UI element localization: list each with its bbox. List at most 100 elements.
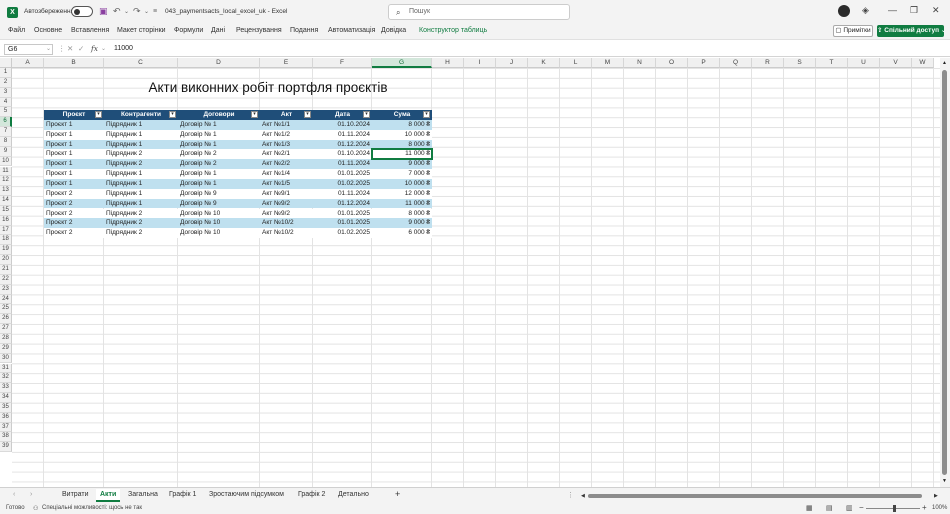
column-header-u[interactable]: U [848,58,880,68]
table-cell[interactable]: Договір № 2 [178,149,260,160]
row-header-26[interactable]: 26 [0,314,12,325]
enter-icon[interactable]: ✓ [78,44,84,53]
table-cell[interactable]: Підрядник 1 [104,188,178,199]
row-header-11[interactable]: 11 [0,166,12,177]
fx-dropdown-icon[interactable]: ⌄ [101,45,106,52]
table-cell[interactable]: 9 000 ₴ [372,159,432,170]
column-header-i[interactable]: I [464,58,496,68]
table-cell[interactable]: Договір № 1 [178,129,260,140]
row-header-13[interactable]: 13 [0,186,12,197]
table-cell[interactable]: Договір № 10 [178,208,260,219]
page-layout-icon[interactable]: ▤ [826,504,833,512]
zoom-in-icon[interactable]: + [922,503,927,512]
table-cell[interactable]: Акт №9/1 [260,188,313,199]
tab-detalno[interactable]: Детально [338,491,369,498]
table-cell[interactable]: Проєкт 2 [44,208,104,219]
table-cell[interactable]: Договір № 1 [178,169,260,179]
table-cell[interactable]: Договір № 10 [178,218,260,229]
redo-icon[interactable]: ↷ [133,6,141,17]
sheet-title[interactable]: Акти виконних робіт портфля проєктів [44,80,492,95]
search-input[interactable]: Пошук [388,4,570,20]
row-header-32[interactable]: 32 [0,373,12,384]
table-cell[interactable]: Підрядник 2 [104,159,178,170]
zoom-out-icon[interactable]: − [859,503,864,512]
table-cell[interactable]: Акт №1/2 [260,129,313,140]
column-header-e[interactable]: E [260,58,313,68]
column-header-a[interactable]: A [12,58,44,68]
table-cell[interactable]: 8 000 ₴ [372,119,432,130]
column-header-o[interactable]: O [656,58,688,68]
menu-formulas[interactable]: Формули [174,27,203,34]
column-header-q[interactable]: Q [720,58,752,68]
table-cell[interactable]: Акт №2/2 [260,159,313,170]
table-cell[interactable]: Акт №1/1 [260,119,313,130]
accessibility-status[interactable]: Спеціальні можливості: щось не так [42,505,142,511]
undo-icon[interactable]: ↶ [113,6,121,17]
vertical-scroll-thumb[interactable] [942,70,947,475]
column-header-r[interactable]: R [752,58,784,68]
row-header-30[interactable]: 30 [0,353,12,364]
filter-dropdown-icon[interactable]: ▾ [169,111,176,118]
select-all-corner[interactable] [0,58,12,68]
table-cell[interactable]: Підрядник 1 [104,178,178,189]
table-cell[interactable]: Договір № 1 [178,178,260,189]
insert-function-icon[interactable]: fx [91,44,98,53]
more-tabs-icon[interactable]: ⋮ [567,491,574,499]
row-header-2[interactable]: 2 [0,77,12,88]
row-header-14[interactable]: 14 [0,196,12,206]
table-cell[interactable]: 01.12.2024 [313,198,372,209]
row-header-35[interactable]: 35 [0,402,12,413]
autosave-toggle[interactable] [71,6,93,17]
menu-help[interactable]: Довідка [381,27,406,34]
row-header-33[interactable]: 33 [0,383,12,394]
table-cell[interactable]: 01.11.2024 [313,188,372,199]
menu-home[interactable]: Основне [34,27,62,34]
tab-zrostaiuchym[interactable]: Зростаючим підсумком [209,491,284,498]
table-cell[interactable]: 10 000 ₴ [372,178,432,189]
table-header-cell[interactable]: Договори [178,110,260,120]
filter-dropdown-icon[interactable]: ▾ [363,111,370,118]
table-cell[interactable]: Договір № 2 [178,159,260,170]
table-cell[interactable]: Підрядник 1 [104,169,178,179]
tab-akty[interactable]: Акти [96,489,121,502]
row-header-39[interactable]: 39 [0,442,12,453]
hscroll-right-icon[interactable]: ▶ [934,493,938,499]
table-cell[interactable]: Акт №1/5 [260,178,313,189]
share-button[interactable]: ⇪ Спільний доступ ⌄ [877,25,946,37]
filter-dropdown-icon[interactable]: ▾ [95,111,102,118]
tab-prev-icon[interactable]: ‹ [13,491,15,498]
row-header-16[interactable]: 16 [0,215,12,226]
row-header-5[interactable]: 5 [0,107,12,118]
row-header-17[interactable]: 17 [0,225,12,236]
table-cell[interactable]: Проєкт 1 [44,149,104,160]
table-cell[interactable]: Акт №1/3 [260,139,313,150]
column-header-v[interactable]: V [880,58,912,68]
table-cell[interactable]: Договір № 1 [178,119,260,130]
row-header-9[interactable]: 9 [0,146,12,157]
column-header-b[interactable]: B [44,58,104,68]
accessibility-icon[interactable]: ⚇ [33,505,38,512]
tab-hrafik-2[interactable]: Графік 2 [298,491,325,498]
column-header-j[interactable]: J [496,58,528,68]
row-header-38[interactable]: 38 [0,432,12,443]
normal-view-icon[interactable]: ▦ [806,504,813,512]
table-cell[interactable]: 01.10.2024 [313,149,372,160]
row-header-6[interactable]: 6 [0,117,12,128]
tab-next-icon[interactable]: › [30,491,32,498]
save-icon[interactable]: ▣ [99,6,108,17]
table-cell[interactable]: 8 000 ₴ [372,139,432,150]
table-cell[interactable]: 01.12.2024 [313,139,372,150]
table-cell[interactable]: Договір № 9 [178,188,260,199]
row-header-22[interactable]: 22 [0,274,12,285]
row-header-18[interactable]: 18 [0,235,12,246]
table-cell[interactable]: Проєкт 2 [44,198,104,209]
table-cell[interactable]: Акт №10/2 [260,218,313,229]
diamond-icon[interactable]: ◈ [862,5,869,16]
column-header-n[interactable]: N [624,58,656,68]
table-cell[interactable]: Проєкт 2 [44,188,104,199]
table-cell[interactable]: 11 000 ₴ [372,198,432,209]
table-cell[interactable]: 01.01.2025 [313,169,372,179]
table-cell[interactable]: 01.01.2025 [313,218,372,229]
menu-automate[interactable]: Автоматизація [328,27,375,34]
row-header-25[interactable]: 25 [0,304,12,315]
